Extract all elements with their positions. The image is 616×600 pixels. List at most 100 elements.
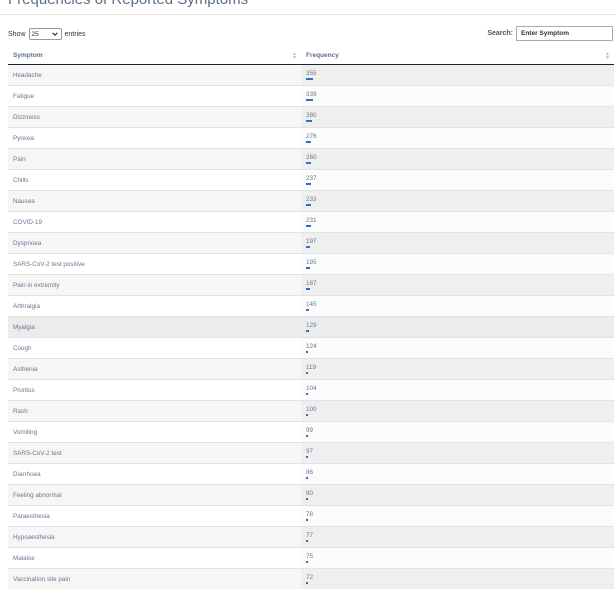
page-title: Frequencies of Reported Symptoms	[8, 0, 248, 8]
table-row: Feeling abnormal 80	[8, 484, 614, 506]
frequency-cell: 129	[301, 316, 614, 338]
frequency-bar	[306, 330, 309, 332]
frequency-wrapper: 99	[306, 422, 609, 442]
frequency-value: 276	[306, 133, 317, 140]
frequency-cell: 72	[301, 568, 614, 589]
symptom-cell: Fatigue	[8, 85, 301, 107]
frequency-wrapper: 86	[306, 464, 609, 484]
table-row: SARS-CoV-2 test positive 195	[8, 253, 614, 275]
frequency-wrapper: 124	[306, 338, 609, 358]
frequency-wrapper: 276	[306, 128, 609, 148]
column-header-label: Symptom	[13, 52, 43, 59]
table-row: Pain in extremity 187	[8, 274, 614, 296]
frequency-bar	[306, 477, 308, 479]
table-row: Nausea 233	[8, 190, 614, 212]
frequency-value: 237	[306, 175, 317, 182]
frequency-bar	[306, 204, 311, 206]
frequency-value: 129	[306, 322, 317, 329]
symptom-cell: Pruritus	[8, 379, 301, 401]
frequency-bar	[306, 141, 311, 143]
frequency-bar	[306, 519, 308, 521]
table-row: Dizziness 280	[8, 106, 614, 128]
symptom-cell: COVID-19	[8, 211, 301, 233]
frequency-value: 77	[306, 532, 314, 539]
frequency-bar	[306, 498, 308, 500]
search-control: Search:	[487, 26, 613, 41]
table-row: Hypoaesthesia 77	[8, 526, 614, 548]
table-controls: Show 25 entries Search:	[0, 26, 616, 46]
frequency-bar	[306, 372, 308, 374]
frequency-value: 233	[306, 196, 317, 203]
column-header-symptom[interactable]: Symptom ▲ ▼	[8, 47, 301, 65]
symptom-cell: Malaise	[8, 547, 301, 569]
table-row: Fatigue 339	[8, 85, 614, 107]
title-divider	[0, 14, 616, 15]
frequency-wrapper: 72	[306, 569, 609, 589]
frequency-cell: 75	[301, 547, 614, 569]
symptom-cell: Vaccination site pain	[8, 568, 301, 589]
frequency-bar	[306, 540, 308, 542]
frequency-value: 78	[306, 511, 314, 518]
frequency-cell: 119	[301, 358, 614, 380]
table-row: Headache 355	[8, 64, 614, 86]
frequency-bar	[306, 120, 312, 122]
symptom-cell: Feeling abnormal	[8, 484, 301, 506]
frequency-value: 187	[306, 280, 317, 287]
frequency-cell: 187	[301, 274, 614, 296]
table-row: Pain 260	[8, 148, 614, 170]
page-length-value: 25	[31, 30, 39, 38]
frequency-bar	[306, 267, 310, 269]
frequency-cell: 145	[301, 295, 614, 317]
page-length-control: Show 25 entries	[8, 28, 86, 40]
frequency-cell: 280	[301, 106, 614, 128]
symptom-cell: Asthenia	[8, 358, 301, 380]
page-length-select[interactable]: 25	[28, 28, 62, 40]
frequency-bar	[306, 414, 308, 416]
frequency-cell: 99	[301, 421, 614, 443]
column-header-frequency[interactable]: Frequency ▲ ▼	[301, 47, 614, 65]
symptom-cell: Pyrexia	[8, 127, 301, 149]
frequency-value: 145	[306, 301, 317, 308]
frequency-value: 80	[306, 490, 314, 497]
frequency-cell: 355	[301, 64, 614, 86]
frequency-wrapper: 80	[306, 485, 609, 505]
frequency-bar	[306, 393, 308, 395]
frequency-wrapper: 104	[306, 380, 609, 400]
table-row: Rash 100	[8, 400, 614, 422]
table-row: Paraesthesia 78	[8, 505, 614, 527]
frequency-cell: 231	[301, 211, 614, 233]
table-row: Diarrhoea 86	[8, 463, 614, 485]
chevron-down-icon	[51, 32, 58, 36]
frequency-value: 86	[306, 469, 314, 476]
table-row: Vaccination site pain 72	[8, 568, 614, 589]
frequency-wrapper: 187	[306, 275, 609, 295]
frequency-bar	[306, 246, 310, 248]
symptom-cell: SARS-CoV-2 test positive	[8, 253, 301, 275]
search-input[interactable]	[516, 26, 613, 41]
symptom-cell: Paraesthesia	[8, 505, 301, 527]
frequency-bar	[306, 435, 308, 437]
symptom-cell: Vomiting	[8, 421, 301, 443]
frequency-value: 195	[306, 259, 317, 266]
frequency-wrapper: 195	[306, 254, 609, 274]
frequency-cell: 77	[301, 526, 614, 548]
frequency-cell: 276	[301, 127, 614, 149]
frequency-value: 355	[306, 70, 317, 77]
table-row: Pyrexia 276	[8, 127, 614, 149]
frequency-cell: 97	[301, 442, 614, 464]
table-row: Cough 124	[8, 337, 614, 359]
frequency-bar	[306, 183, 311, 185]
frequency-wrapper: 100	[306, 401, 609, 421]
frequency-cell: 260	[301, 148, 614, 170]
frequency-value: 75	[306, 553, 314, 560]
frequency-wrapper: 260	[306, 149, 609, 169]
frequency-value: 260	[306, 154, 317, 161]
frequency-bar	[306, 78, 313, 80]
frequency-wrapper: 197	[306, 233, 609, 253]
frequency-value: 99	[306, 427, 314, 434]
frequency-bar	[306, 582, 308, 584]
show-label: Show	[8, 30, 26, 38]
frequency-cell: 78	[301, 505, 614, 527]
frequency-bar	[306, 225, 311, 227]
search-label: Search:	[487, 30, 513, 37]
